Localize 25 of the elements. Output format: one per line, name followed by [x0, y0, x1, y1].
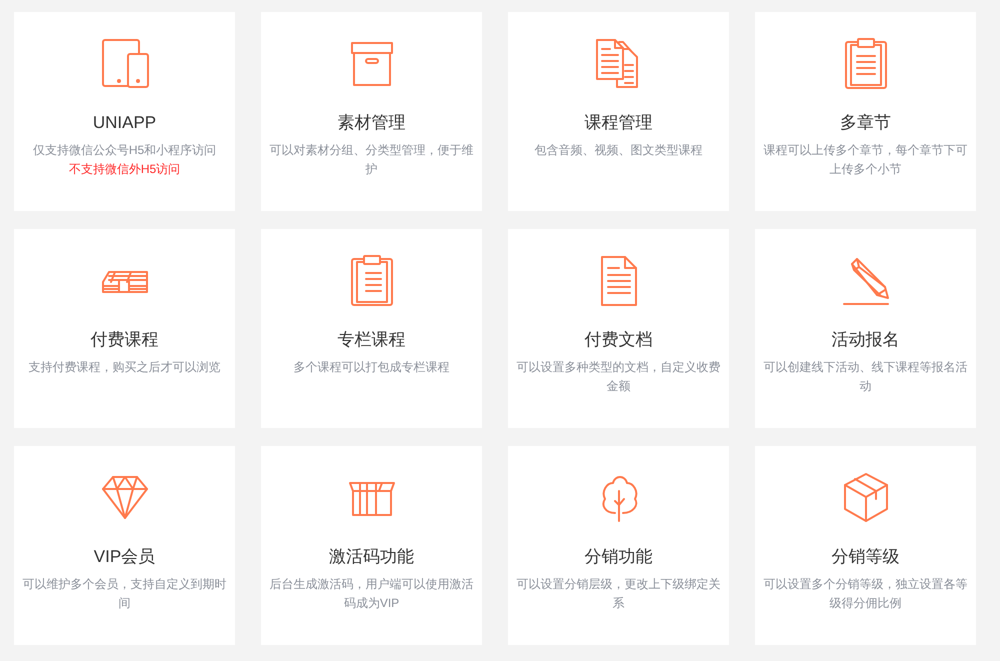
warning-note: 不支持微信外H5访问 — [68, 161, 180, 178]
feature-title: 付费课程 — [90, 329, 158, 351]
feature-description: 可以设置分销层级，更改上下级绑定关系 — [516, 576, 721, 612]
feature-title: 课程管理 — [584, 112, 652, 134]
feature-title: VIP会员 — [94, 546, 156, 568]
feature-description: 包含音频、视频、图文类型课程 — [534, 142, 702, 159]
feature-title: 分销等级 — [832, 546, 900, 568]
feature-title: UNIAPP — [92, 112, 156, 134]
feature-title: 素材管理 — [338, 112, 406, 134]
feature-description: 仅支持微信公众号H5和小程序访问 — [32, 142, 216, 159]
feature-description: 可以对素材分组、分类型管理，便于维护 — [269, 142, 474, 178]
feature-description: 课程可以上传多个章节，每个章节下可上传多个小节 — [763, 142, 968, 178]
feature-title: 分销功能 — [584, 546, 652, 568]
feature-title: 活动报名 — [832, 329, 900, 351]
feature-description: 可以设置多种类型的文档，自定义收费金额 — [516, 359, 721, 395]
feature-title: 激活码功能 — [329, 546, 414, 568]
feature-description: 后台生成激活码，用户端可以使用激活码成为VIP — [269, 576, 474, 612]
feature-description: 多个课程可以打包成专栏课程 — [294, 359, 450, 376]
feature-title: 付费文档 — [584, 329, 652, 351]
feature-title: 多章节 — [840, 112, 891, 134]
feature-description: 可以设置多个分销等级，独立设置各等级得分佣比例 — [763, 576, 968, 612]
feature-description: 可以维护多个会员，支持自定义到期时间 — [22, 576, 227, 612]
feature-title: 专栏课程 — [338, 329, 406, 351]
feature-description: 支持付费课程，购买之后才可以浏览 — [28, 359, 220, 376]
feature-description: 可以创建线下活动、线下课程等报名活动 — [763, 359, 968, 395]
